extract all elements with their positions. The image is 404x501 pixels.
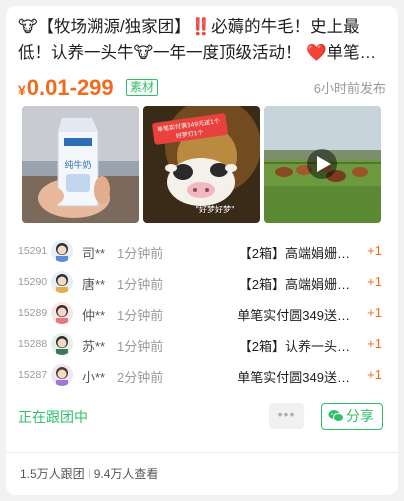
post-title[interactable]: 🐮【牧场溯源/独家团】‼️必薅的牛毛！史上最低！认养一头牛🐮一年一度顶级活动！ … (18, 14, 388, 66)
divider (6, 452, 398, 453)
order-number: 15290 (18, 276, 48, 288)
product-name: 【2箱】高端娟姗… (238, 246, 350, 261)
avatar (51, 302, 73, 324)
product-photo-milk[interactable]: 纯牛奶 (22, 106, 139, 223)
avatar (51, 333, 73, 355)
following-status[interactable]: 正在跟团中 (18, 407, 88, 427)
price-row: ¥0.01-299 素材 6小时前发布 (18, 74, 388, 102)
order-number: 15288 (18, 338, 48, 350)
order-number: 15287 (18, 369, 48, 381)
buyer-name: 司** (82, 246, 106, 261)
buyer-name: 小** (82, 370, 106, 385)
order-row[interactable]: 15288 苏** 1分钟前 【2箱】认养一头… +1 (6, 329, 398, 360)
group-buy-card[interactable]: 🐮【牧场溯源/独家团】‼️必薅的牛毛！史上最低！认养一头牛🐮一年一度顶级活动！ … (6, 6, 398, 495)
product-name: 单笔实付圆349送… (237, 308, 350, 323)
order-number: 15289 (18, 307, 48, 319)
svg-text:"好梦好梦": "好梦好梦" (195, 204, 234, 214)
stats-bar: 1.5万人跟团 9.4万人查看 (20, 465, 158, 482)
svg-text:纯牛奶: 纯牛奶 (64, 159, 91, 171)
recent-orders-list: 15291 司** 1分钟前 【2箱】高端娟姗… +1 15290 唐** 1分… (6, 236, 398, 391)
stats-separator (88, 469, 90, 479)
product-name: 【2箱】认养一头… (238, 339, 350, 354)
order-qty: +1 (367, 243, 382, 258)
video-thumbnail-ranch[interactable] (264, 106, 381, 223)
order-row[interactable]: 15290 唐** 1分钟前 【2箱】高端娟姗… +1 (6, 267, 398, 298)
followers-count: 1.5万人跟团 (20, 467, 85, 481)
order-row[interactable]: 15289 仲** 1分钟前 单笔实付圆349送… +1 (6, 298, 398, 329)
share-label: 分享 (346, 408, 374, 424)
order-qty: +1 (367, 274, 382, 289)
material-tag[interactable]: 素材 (126, 79, 159, 96)
buyer-name: 仲** (82, 308, 106, 323)
order-time: 1分钟前 (117, 277, 164, 292)
buyer-name: 唐** (82, 277, 106, 292)
price-currency: ¥ (18, 82, 26, 98)
buyer-name: 苏** (82, 339, 106, 354)
avatar (51, 364, 73, 386)
order-qty: +1 (367, 367, 382, 382)
product-name: 【2箱】高端娟姗… (238, 277, 350, 292)
price: ¥0.01-299 (18, 74, 114, 104)
price-range: 0.01-299 (26, 75, 114, 100)
order-time: 1分钟前 (117, 339, 164, 354)
posted-time: 6小时前发布 (313, 81, 386, 96)
share-button[interactable]: 分享 (321, 403, 383, 430)
order-row[interactable]: 15291 司** 1分钟前 【2箱】高端娟姗… +1 (6, 236, 398, 267)
product-photo-cow-lamp[interactable]: 单笔实付满349元送1个 好梦灯1个 "好梦好梦" (143, 106, 260, 223)
order-qty: +1 (367, 336, 382, 351)
wechat-icon (328, 410, 344, 422)
order-time: 1分钟前 (117, 246, 164, 261)
avatar (51, 271, 73, 293)
avatar (51, 240, 73, 262)
more-button[interactable]: ••• (269, 403, 304, 429)
order-number: 15291 (18, 245, 48, 257)
product-name: 单笔实付圆349送… (237, 370, 350, 385)
order-row[interactable]: 15287 小** 2分钟前 单笔实付圆349送… +1 (6, 360, 398, 391)
order-qty: +1 (367, 305, 382, 320)
order-time: 2分钟前 (117, 370, 164, 385)
views-count: 9.4万人查看 (93, 467, 159, 481)
order-time: 1分钟前 (117, 308, 164, 323)
